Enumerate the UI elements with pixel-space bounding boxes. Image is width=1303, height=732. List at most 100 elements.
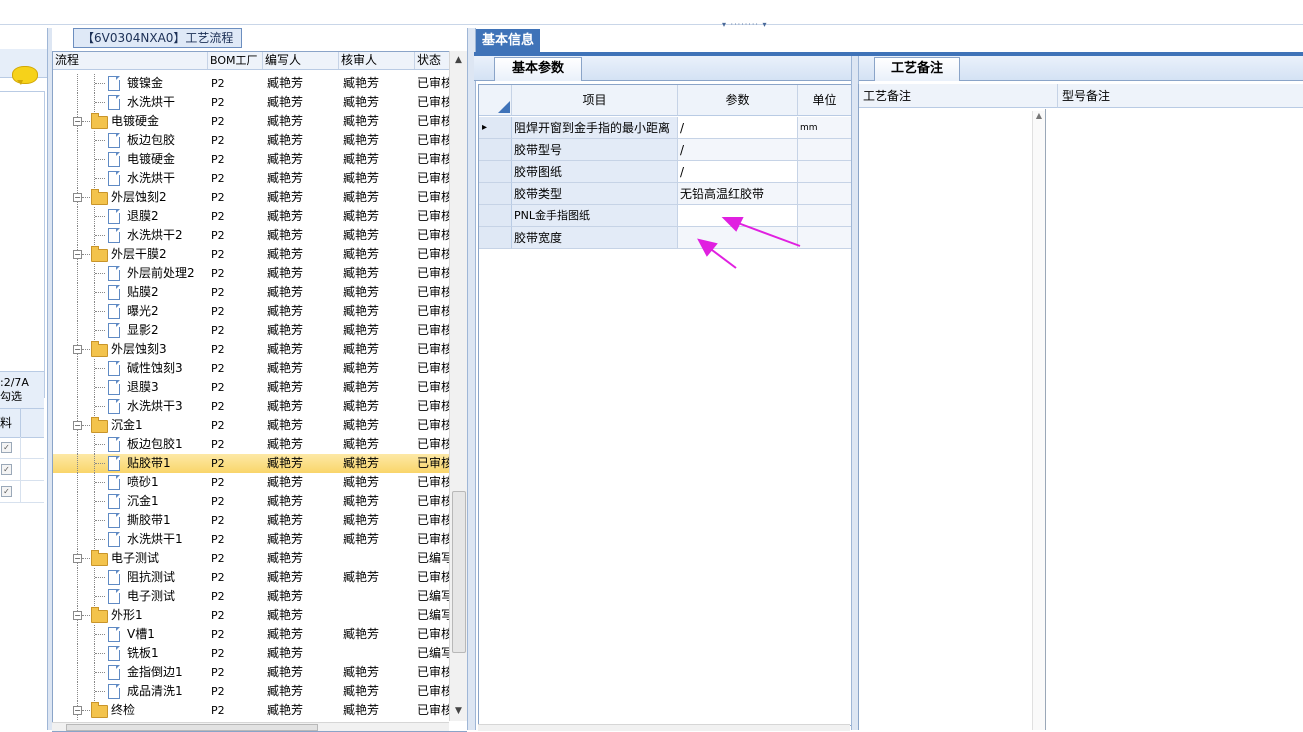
collapse-toggle-icon[interactable]: − xyxy=(73,706,82,715)
tree-name-cell[interactable]: − 电子测试 xyxy=(53,549,208,568)
center-splitter[interactable] xyxy=(467,28,476,730)
scroll-up-arrow-icon[interactable]: ▲ xyxy=(450,53,467,68)
collapse-toggle-icon[interactable]: − xyxy=(73,554,82,563)
tree-name-cell[interactable]: 水洗烘干 xyxy=(53,169,208,188)
col-header-process-remark[interactable]: 工艺备注 xyxy=(859,84,1058,108)
tree-name-cell[interactable]: 水洗烘干2 xyxy=(53,226,208,245)
tree-step-row[interactable]: 板边包胶 P2 臧艳芳 臧艳芳 已审核 xyxy=(53,131,453,150)
tree-name-cell[interactable]: 贴膜2 xyxy=(53,283,208,302)
tree-step-row[interactable]: 水洗烘干 P2 臧艳芳 臧艳芳 已审核 xyxy=(53,93,453,112)
col-header-reviewer[interactable]: 核审人 xyxy=(339,52,415,69)
row-checkbox[interactable]: ✓ xyxy=(1,442,12,453)
row-checkbox[interactable]: ✓ xyxy=(1,464,12,475)
tree-step-row[interactable]: 铣板1 P2 臧艳芳 已编写 xyxy=(53,644,453,663)
tree-name-cell[interactable]: 退膜3 xyxy=(53,378,208,397)
tree-step-row[interactable]: 曝光2 P2 臧艳芳 臧艳芳 已审核 xyxy=(53,302,453,321)
tree-name-cell[interactable]: 电子测试 xyxy=(53,587,208,606)
col-header-bom[interactable]: BOM工厂 xyxy=(208,52,263,69)
row-selector[interactable] xyxy=(479,205,512,227)
tree-step-row[interactable]: 板边包胶1 P2 臧艳芳 臧艳芳 已审核 xyxy=(53,435,453,454)
tree-step-row[interactable]: 退膜3 P2 臧艳芳 臧艳芳 已审核 xyxy=(53,378,453,397)
tree-step-row[interactable]: 镀镍金 P2 臧艳芳 臧艳芳 已审核 xyxy=(53,74,453,93)
tree-step-row[interactable]: 沉金1 P2 臧艳芳 臧艳芳 已审核 xyxy=(53,492,453,511)
tree-name-cell[interactable]: 成品清洗1 xyxy=(53,682,208,701)
tree-step-row[interactable]: 阻抗测试 P2 臧艳芳 臧艳芳 已审核 xyxy=(53,568,453,587)
tree-step-row[interactable]: 外层前处理2 P2 臧艳芳 臧艳芳 已审核 xyxy=(53,264,453,283)
tree-name-cell[interactable]: − 外形1 xyxy=(53,606,208,625)
param-row[interactable]: 胶带宽度 xyxy=(479,227,851,249)
collapse-toggle-icon[interactable]: − xyxy=(73,421,82,430)
tab-process-remarks[interactable]: 工艺备注 xyxy=(874,57,960,81)
top-splitter-grip[interactable]: ▾ ········ ▾ xyxy=(722,21,790,29)
scroll-thumb[interactable] xyxy=(452,491,466,653)
tree-step-row[interactable]: 水洗烘干1 P2 臧艳芳 臧艳芳 已审核 xyxy=(53,530,453,549)
tree-name-cell[interactable]: 贴胶带1 xyxy=(53,454,208,473)
param-row[interactable]: ▸ 阻焊开窗到金手指的最小距离 / mm xyxy=(479,117,851,139)
col-header-value[interactable]: 参数 xyxy=(678,85,798,116)
left-grid-row[interactable]: ✓ xyxy=(0,459,44,481)
tree-step-row[interactable]: 水洗烘干 P2 臧艳芳 臧艳芳 已审核 xyxy=(53,169,453,188)
tree-name-cell[interactable]: − 电镀硬金 xyxy=(53,112,208,131)
tree-name-cell[interactable]: 电镀硬金 xyxy=(53,150,208,169)
param-value-cell[interactable]: / xyxy=(678,161,798,183)
tree-name-cell[interactable]: V槽1 xyxy=(53,625,208,644)
collapse-toggle-icon[interactable]: − xyxy=(73,250,82,259)
tree-step-row[interactable]: 退膜2 P2 臧艳芳 臧艳芳 已审核 xyxy=(53,207,453,226)
tree-folder-row[interactable]: − 电镀硬金 P2 臧艳芳 臧艳芳 已审核 xyxy=(53,112,453,131)
col-header-model-remark[interactable]: 型号备注 xyxy=(1058,84,1303,108)
param-row[interactable]: PNL金手指图纸 xyxy=(479,205,851,227)
tree-folder-row[interactable]: − 外层蚀刻2 P2 臧艳芳 臧艳芳 已审核 xyxy=(53,188,453,207)
param-value-cell[interactable] xyxy=(678,205,798,227)
col-header-flow[interactable]: 流程 xyxy=(53,52,208,69)
tree-name-cell[interactable]: 金指倒边1 xyxy=(53,663,208,682)
tree-name-cell[interactable]: 曝光2 xyxy=(53,302,208,321)
tree-name-cell[interactable]: 阻抗测试 xyxy=(53,568,208,587)
tree-name-cell[interactable]: 喷砂1 xyxy=(53,473,208,492)
collapse-toggle-icon[interactable]: − xyxy=(73,345,82,354)
tree-folder-row[interactable]: − 外层干膜2 P2 臧艳芳 臧艳芳 已审核 xyxy=(53,245,453,264)
param-value-cell[interactable]: / xyxy=(678,117,798,139)
remarks-grid[interactable]: 工艺备注 型号备注 ▲ xyxy=(858,84,1303,730)
tab-basic-params[interactable]: 基本参数 xyxy=(494,57,582,81)
tree-folder-row[interactable]: − 电子测试 P2 臧艳芳 已编写 xyxy=(53,549,453,568)
collapse-toggle-icon[interactable]: − xyxy=(73,611,82,620)
tree-name-cell[interactable]: 水洗烘干 xyxy=(53,93,208,112)
tree-folder-row[interactable]: − 外形1 P2 臧艳芳 已编写 xyxy=(53,606,453,625)
process-tree-grid[interactable]: 流程 BOM工厂 编写人 核审人 状态 镀镍金 P2 臧艳芳 臧艳芳 已审核 水洗烘干 P2… xyxy=(52,51,467,732)
tab-basic-info[interactable]: 基本信息 xyxy=(476,29,541,52)
param-value-cell[interactable]: / xyxy=(678,139,798,161)
collapse-toggle-icon[interactable]: − xyxy=(73,193,82,202)
tree-name-cell[interactable]: − 外层蚀刻3 xyxy=(53,340,208,359)
param-row[interactable]: 胶带类型 无铅高温红胶带 xyxy=(479,183,851,205)
left-grid-row[interactable]: ✓ xyxy=(0,437,44,459)
tree-name-cell[interactable]: 退膜2 xyxy=(53,207,208,226)
param-value-cell[interactable]: 无铅高温红胶带 xyxy=(678,183,798,205)
col-header-writer[interactable]: 编写人 xyxy=(263,52,339,69)
tree-name-cell[interactable]: − 终检 xyxy=(53,701,208,720)
col-header-unit[interactable]: 单位 xyxy=(798,85,851,116)
remark-scrollbar[interactable]: ▲ xyxy=(1032,111,1045,730)
tree-folder-row[interactable]: − 外层蚀刻3 P2 臧艳芳 臧艳芳 已审核 xyxy=(53,340,453,359)
tree-step-row[interactable]: 碱性蚀刻3 P2 臧艳芳 臧艳芳 已审核 xyxy=(53,359,453,378)
tree-name-cell[interactable]: 撕胶带1 xyxy=(53,511,208,530)
tree-step-row[interactable]: 水洗烘干2 P2 臧艳芳 臧艳芳 已审核 xyxy=(53,226,453,245)
param-value-cell[interactable] xyxy=(678,227,798,249)
tree-step-row[interactable]: 电子测试 P2 臧艳芳 已编写 xyxy=(53,587,453,606)
col-header-item[interactable]: 项目 xyxy=(512,85,678,116)
param-row[interactable]: 胶带型号 / xyxy=(479,139,851,161)
tree-step-row[interactable]: 贴胶带1 P2 臧艳芳 臧艳芳 已审核 xyxy=(53,454,453,473)
tree-name-cell[interactable]: 水洗烘干3 xyxy=(53,397,208,416)
tree-folder-row[interactable]: − 终检 P2 臧艳芳 臧艳芳 已审核 xyxy=(53,701,453,720)
tree-step-row[interactable]: 撕胶带1 P2 臧艳芳 臧艳芳 已审核 xyxy=(53,511,453,530)
row-selector[interactable]: ▸ xyxy=(479,117,512,139)
scroll-down-arrow-icon[interactable]: ▼ xyxy=(450,704,467,719)
tree-step-row[interactable]: 金指倒边1 P2 臧艳芳 臧艳芳 已审核 xyxy=(53,663,453,682)
tree-folder-row[interactable]: − 沉金1 P2 臧艳芳 臧艳芳 已审核 xyxy=(53,416,453,435)
tree-vertical-scrollbar[interactable]: ▲ ▼ xyxy=(449,51,467,721)
tree-step-row[interactable]: 贴膜2 P2 臧艳芳 臧艳芳 已审核 xyxy=(53,283,453,302)
tree-step-row[interactable]: 水洗烘干3 P2 臧艳芳 臧艳芳 已审核 xyxy=(53,397,453,416)
tree-name-cell[interactable]: 沉金1 xyxy=(53,492,208,511)
tree-step-row[interactable]: 电镀硬金 P2 臧艳芳 臧艳芳 已审核 xyxy=(53,150,453,169)
tree-step-row[interactable]: V槽1 P2 臧艳芳 臧艳芳 已审核 xyxy=(53,625,453,644)
tree-name-cell[interactable]: 碱性蚀刻3 xyxy=(53,359,208,378)
